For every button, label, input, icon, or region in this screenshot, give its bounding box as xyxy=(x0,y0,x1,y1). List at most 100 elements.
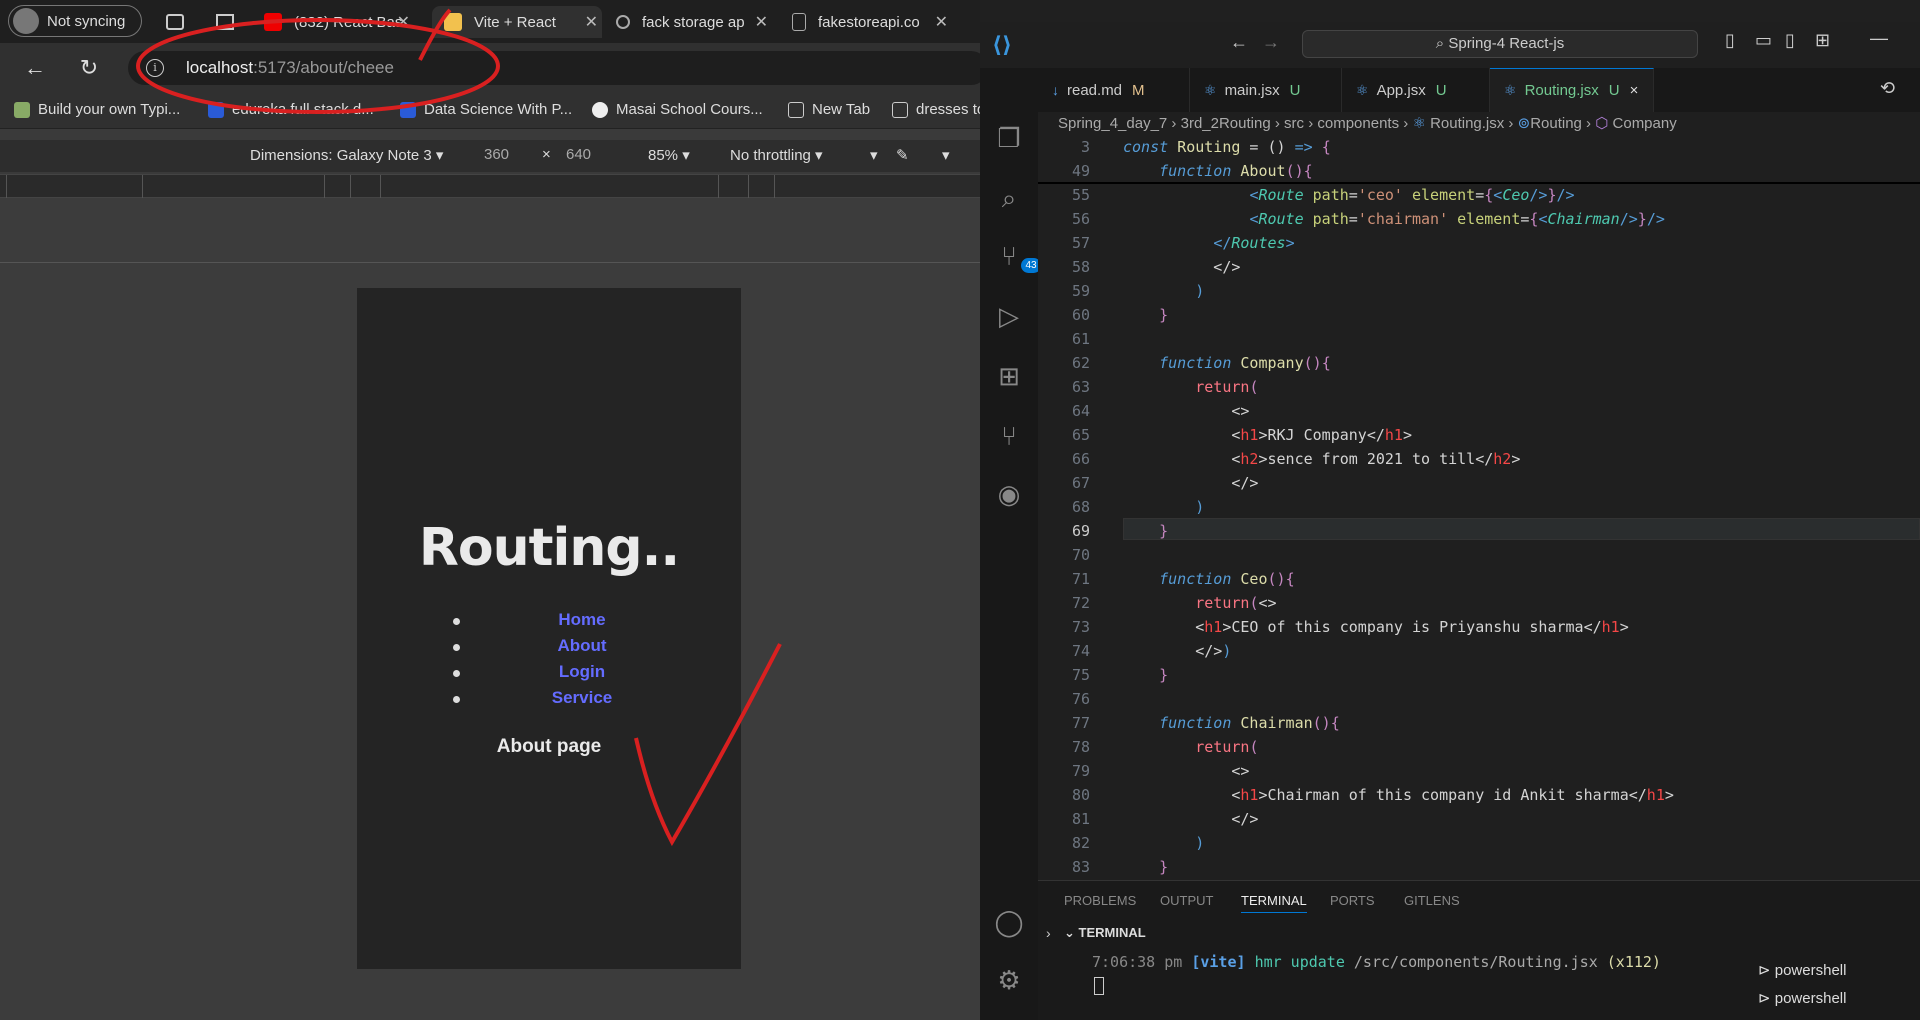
tab-fack-storage[interactable]: fack storage ap ✕ xyxy=(616,6,772,38)
terminal-output[interactable]: 7:06:38 pm [vite] hmr update /src/compon… xyxy=(1092,953,1661,971)
workspaces-icon[interactable] xyxy=(166,6,190,38)
info-icon[interactable]: i xyxy=(146,59,164,77)
line-number: 57 xyxy=(1071,234,1090,252)
editor-tabs: ↓ read.md M ⚛ main.jsx U ⚛ App.jsx U ⚛ Routing.… xyxy=(1038,68,1920,112)
chevron-right-icon[interactable]: › xyxy=(1046,925,1051,941)
address-input[interactable]: i localhost:5173/about/cheee xyxy=(128,51,988,85)
line-number: 65 xyxy=(1071,426,1090,444)
profile-button[interactable]: Not syncing xyxy=(8,5,142,37)
panel-tab-output[interactable]: OUTPUT xyxy=(1160,893,1213,908)
tab-main-jsx[interactable]: ⚛ main.jsx U xyxy=(1190,68,1342,112)
width-input[interactable]: 360 xyxy=(484,146,509,163)
nav-forward-icon[interactable]: → xyxy=(1262,32,1280,53)
terminal-section-header[interactable]: ⌄ TERMINAL xyxy=(1064,925,1146,941)
toggle-sidebar-icon[interactable]: ▯ xyxy=(1725,30,1735,51)
line-number: 59 xyxy=(1071,282,1090,300)
device-select[interactable]: Dimensions: Galaxy Note 3 ▾ xyxy=(250,146,443,164)
tab-routing-jsx[interactable]: ⚛ Routing.jsx U × xyxy=(1490,68,1654,112)
breadcrumb: Spring_4_day_7 › 3rd_2Routing › src › co… xyxy=(1058,115,1677,132)
close-icon[interactable]: ✕ xyxy=(585,12,598,32)
search-icon[interactable]: ⌕ xyxy=(993,182,1025,214)
nav-link-about[interactable]: About xyxy=(453,636,707,662)
line-number: 71 xyxy=(1071,570,1090,588)
search-icon xyxy=(616,15,630,29)
line-number: 77 xyxy=(1071,714,1090,732)
emulated-page: Routing.. Home About Login Service About… xyxy=(357,288,741,969)
remote-icon[interactable]: ◉ xyxy=(993,478,1025,510)
zoom-select[interactable]: 85% ▾ xyxy=(648,146,690,164)
run-debug-icon[interactable]: ▷ xyxy=(993,300,1025,332)
minimize-icon[interactable]: — xyxy=(1870,28,1888,49)
panel-tab-gitlens[interactable]: GITLENS xyxy=(1404,893,1460,908)
line-number: 63 xyxy=(1071,378,1090,396)
more-options-icon[interactable]: ▾ xyxy=(942,146,950,164)
edureka-icon xyxy=(400,101,416,118)
extensions-icon[interactable]: ⊞ xyxy=(993,360,1025,392)
url-text: localhost:5173/about/cheee xyxy=(186,58,394,77)
source-control-icon[interactable]: ⑂ 43 xyxy=(993,240,1041,273)
line-number: 74 xyxy=(1071,642,1090,660)
line-number: 76 xyxy=(1071,690,1090,708)
bookmark-item[interactable]: Masai School Cours... xyxy=(592,101,763,118)
panel-tab-ports[interactable]: PORTS xyxy=(1330,893,1375,908)
line-number: 83 xyxy=(1071,858,1090,876)
command-center-search[interactable]: ⌕ Spring-4 React-js xyxy=(1302,30,1698,58)
nav-link-login[interactable]: Login xyxy=(453,662,707,688)
activity-bar: ❐ ⌕ ⑂ 43 ▷ ⊞ ⑂ ◉ ◯ ⚙ xyxy=(980,68,1041,1020)
line-number: 3 xyxy=(1080,138,1090,156)
tab-vite-react[interactable]: Vite + React ✕ xyxy=(432,6,602,38)
line-number: 73 xyxy=(1071,618,1090,636)
close-icon[interactable]: ✕ xyxy=(755,12,768,32)
nav-link-service[interactable]: Service xyxy=(453,688,707,714)
line-number: 75 xyxy=(1071,666,1090,684)
bookmark-item[interactable]: dresses to xyxy=(892,101,985,118)
reload-icon[interactable]: ↻ xyxy=(76,55,102,81)
line-number: 49 xyxy=(1071,162,1090,180)
line-number: 55 xyxy=(1071,186,1090,204)
more-options-icon[interactable]: ▾ xyxy=(870,146,878,164)
tab-youtube[interactable]: (832) React Bas ✕ xyxy=(264,6,414,38)
avatar xyxy=(13,8,39,34)
bookmark-item[interactable]: edureka full stack d... xyxy=(208,101,374,118)
devtools-toolbar: Dimensions: Galaxy Note 3 ▾ 360 × 640 85… xyxy=(0,140,980,172)
tab-read-md[interactable]: ↓ read.md M xyxy=(1038,68,1190,112)
tab-fakestoreapi[interactable]: fakestoreapi.co ✕ xyxy=(792,6,952,38)
back-icon[interactable]: ← xyxy=(22,55,48,81)
bookmark-item[interactable]: Data Science With P... xyxy=(400,101,572,118)
layout-icon[interactable]: ⊞ xyxy=(1815,30,1830,51)
bookmark-item[interactable]: New Tab xyxy=(788,101,870,118)
tab-app-jsx[interactable]: ⚛ App.jsx U xyxy=(1342,68,1490,112)
bookmark-item[interactable]: Build your own Typi... xyxy=(14,101,180,118)
settings-gear-icon[interactable]: ⚙ xyxy=(993,964,1025,996)
page-heading: Routing.. xyxy=(418,518,680,578)
close-tab-icon[interactable]: × xyxy=(1630,82,1639,99)
line-number: 66 xyxy=(1071,450,1090,468)
bookmarks-bar: Build your own Typi... edureka full stac… xyxy=(0,93,985,129)
panel-tab-terminal[interactable]: TERMINAL xyxy=(1241,893,1307,913)
terminal-instance[interactable]: ⊳ powershell xyxy=(1758,989,1918,1007)
line-number: 72 xyxy=(1071,594,1090,612)
media-query-ruler[interactable] xyxy=(0,174,980,199)
toggle-panel-icon[interactable]: ▭ xyxy=(1755,30,1772,51)
panel-tab-problems[interactable]: PROBLEMS xyxy=(1064,893,1136,908)
account-icon[interactable]: ◯ xyxy=(993,906,1025,938)
timeline-icon[interactable]: ⟲ xyxy=(1880,78,1895,99)
nav-link-home[interactable]: Home xyxy=(453,610,707,636)
terminal-instance[interactable]: ⊳ powershell xyxy=(1758,961,1918,979)
nav-back-icon[interactable]: ← xyxy=(1230,32,1248,53)
eyedropper-icon[interactable]: ✎ xyxy=(896,146,909,164)
masai-icon xyxy=(592,101,608,118)
explorer-icon[interactable]: ❐ xyxy=(993,122,1025,154)
nav-list: Home About Login Service xyxy=(453,610,707,714)
about-page-text: About page xyxy=(496,736,602,757)
code-editor[interactable]: 3 49 55 56 57 58 59 60 61 62 63 64 65 66 67 68 69 70 71 72 7… xyxy=(1038,136,1920,878)
close-icon[interactable]: ✕ xyxy=(397,12,410,32)
tab-actions-icon[interactable] xyxy=(216,6,240,38)
git-graph-icon[interactable]: ⑂ xyxy=(993,420,1025,452)
line-number: 68 xyxy=(1071,498,1090,516)
close-icon[interactable]: ✕ xyxy=(935,12,948,32)
toggle-secondary-sidebar-icon[interactable]: ▯ xyxy=(1785,30,1795,51)
height-input[interactable]: 640 xyxy=(566,146,591,163)
current-line-highlight xyxy=(1123,518,1920,540)
throttle-select[interactable]: No throttling ▾ xyxy=(730,146,823,164)
